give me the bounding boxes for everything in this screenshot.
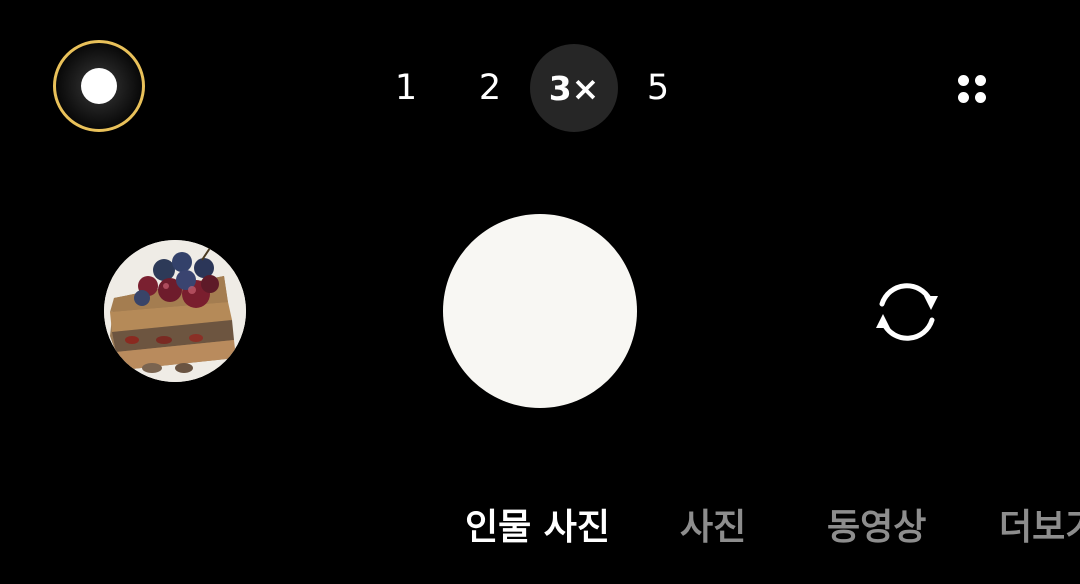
switch-camera-icon [876, 283, 938, 341]
zoom-1x-button[interactable]: 1 [362, 44, 450, 132]
cake-photo-thumbnail [104, 240, 246, 382]
mode-more[interactable]: 더보기 [999, 498, 1080, 558]
switch-camera-button[interactable] [868, 278, 946, 346]
zoom-selector: 1 2 3× 5 [364, 44, 700, 132]
zoom-3x-button[interactable]: 3× [530, 44, 618, 132]
gallery-thumbnail[interactable] [104, 240, 246, 382]
portrait-effect-icon [81, 68, 117, 104]
grid-dots-icon[interactable] [954, 71, 990, 107]
mode-video[interactable]: 동영상 [827, 498, 926, 558]
zoom-5x-button[interactable]: 5 [614, 44, 702, 132]
zoom-2x-button[interactable]: 2 [446, 44, 534, 132]
portrait-effect-button[interactable] [53, 40, 145, 132]
camera-mode-selector: 인물 사진 사진 동영상 더보기 [0, 498, 1080, 558]
shutter-button[interactable] [443, 214, 637, 408]
mode-portrait[interactable]: 인물 사진 [465, 498, 610, 558]
mode-photo[interactable]: 사진 [680, 498, 746, 558]
